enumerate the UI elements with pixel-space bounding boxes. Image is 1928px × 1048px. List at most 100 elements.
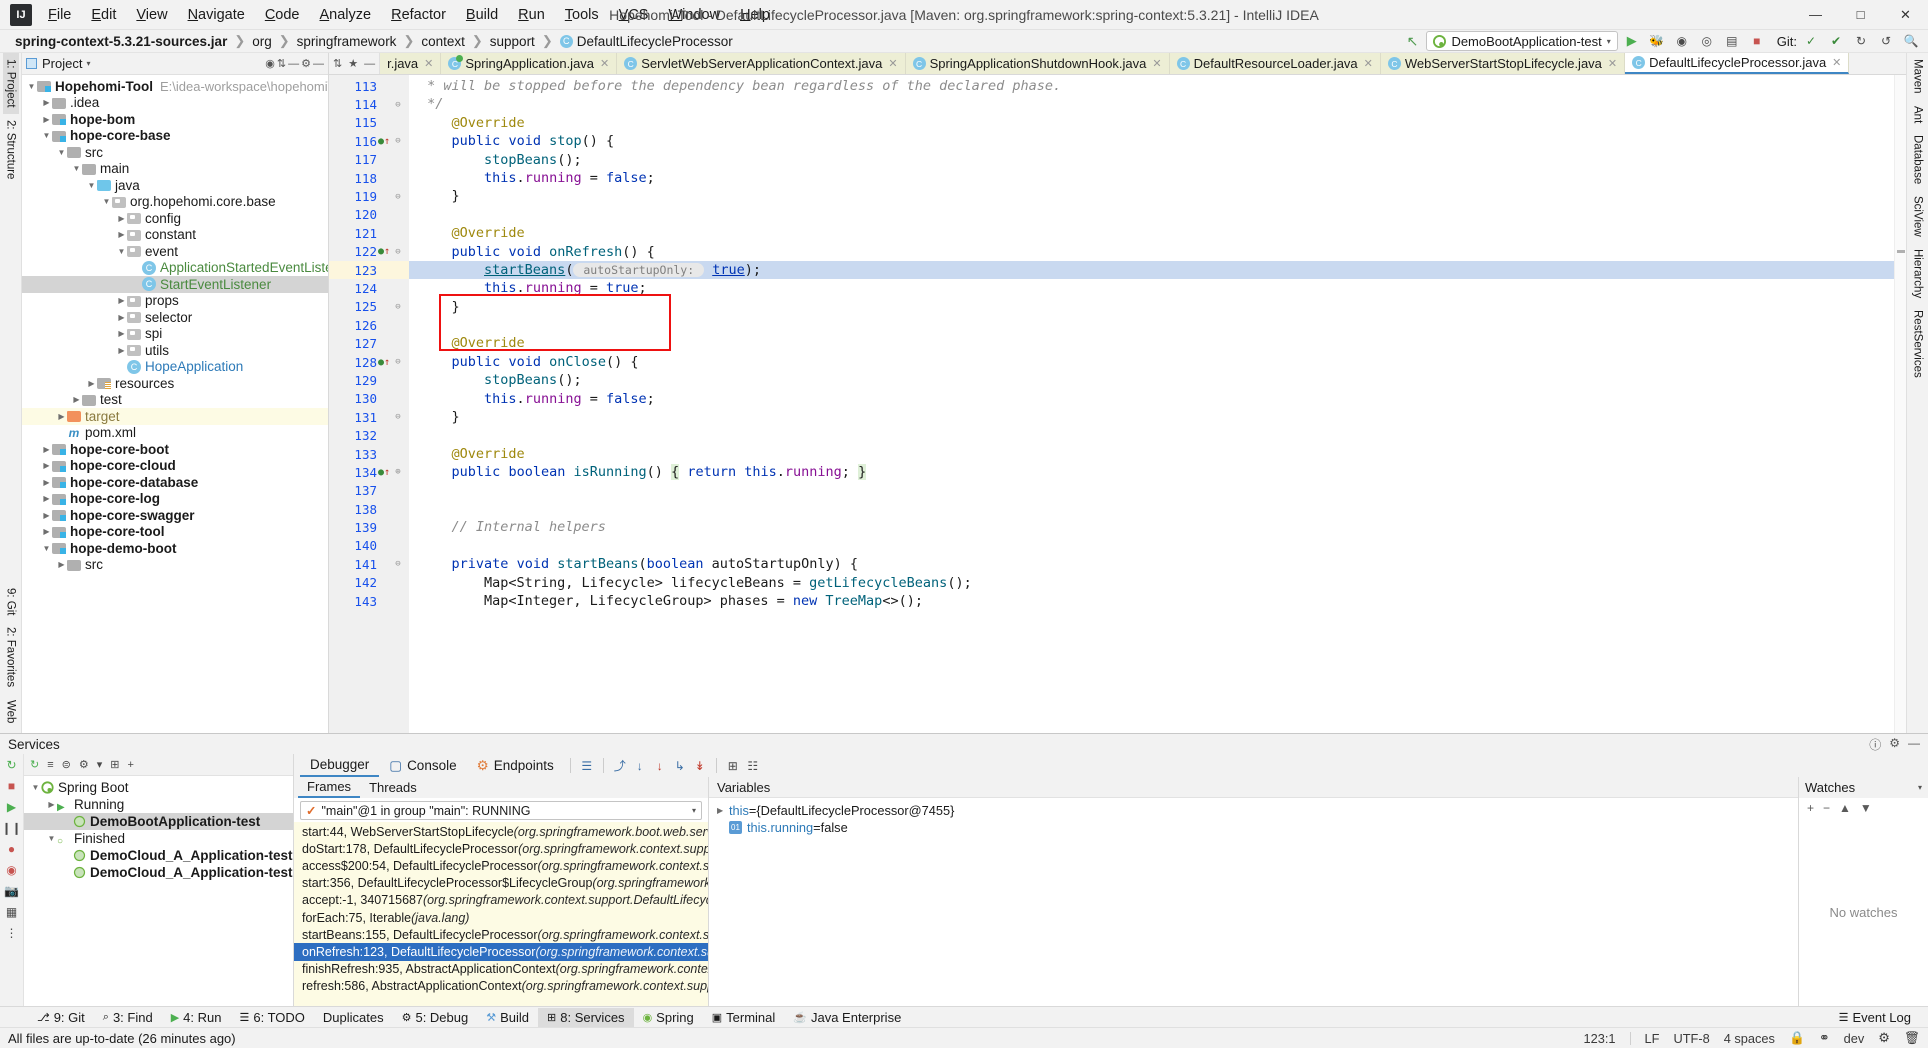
branch-name[interactable]: dev [1844, 1031, 1865, 1046]
toolstrip-6--todo[interactable]: ☰ 6: TODO [230, 1008, 313, 1027]
chevron-down-icon[interactable]: ▼ [26, 82, 37, 91]
breadcrumb-item-4[interactable]: support [485, 33, 540, 50]
hide-panel-icon[interactable]: — [313, 58, 324, 70]
frame-item[interactable]: start:44, WebServerStartStopLifecycle (o… [294, 823, 708, 840]
attach-icon[interactable]: ▤ [1721, 31, 1743, 51]
editor-gutter[interactable]: 113 114 ⊖ 115 116 ●↑ ⊖ 117 118 119 ⊖ 120 121 122 ●↑ ⊖ 12… [329, 75, 409, 733]
right-rail-tab-hierarchy[interactable]: Hierarchy [1910, 243, 1926, 304]
thread-selector[interactable]: ✓ "main"@1 in group "main": RUNNING ▾ [300, 801, 702, 820]
chevron-right-icon[interactable]: ▶ [41, 478, 52, 487]
editor-marker-bar[interactable] [1894, 75, 1906, 733]
add-watch-icon[interactable]: + [1807, 801, 1814, 815]
tree-row[interactable]: ▶CStartEventListener [22, 276, 328, 293]
tree-row[interactable]: ▶ test [22, 392, 328, 409]
close-icon[interactable]: ✕ [424, 57, 433, 70]
code-line[interactable]: */ [409, 95, 1894, 113]
code-line[interactable]: public void stop() { [409, 132, 1894, 150]
filter-icon[interactable]: ▾ [97, 758, 103, 771]
chevron-down-icon[interactable]: ▼ [30, 783, 41, 792]
breadcrumb-item-1[interactable]: org [247, 33, 277, 50]
settings-icon[interactable]: ⚙ [1889, 736, 1900, 753]
step-over-icon[interactable]: ↓ [630, 759, 650, 773]
gutter-line[interactable]: 115 [329, 114, 409, 132]
chevron-down-icon[interactable]: ▼ [41, 544, 52, 553]
code-line[interactable]: this.running = false; [409, 169, 1894, 187]
chevron-down-icon[interactable]: ▼ [116, 247, 127, 256]
code-line[interactable]: stopBeans(); [409, 151, 1894, 169]
menu-item-navigate[interactable]: Navigate [178, 4, 255, 26]
menu-item-view[interactable]: View [126, 4, 177, 26]
right-rail-tab-database[interactable]: Database [1910, 129, 1926, 190]
tree-row[interactable]: ▼ org.hopehomi.core.base [22, 194, 328, 211]
right-rail-tab-sciview[interactable]: SciView [1910, 190, 1926, 243]
branch-icon[interactable]: ⚭ [1819, 1030, 1830, 1046]
chevron-down-icon[interactable]: ▼ [71, 164, 82, 173]
gutter-line[interactable]: 122 ●↑ ⊖ [329, 243, 409, 261]
frame-item[interactable]: onRefresh:123, DefaultLifecycleProcessor… [294, 943, 708, 961]
services-tree-row[interactable]: ▼ ○ Finished [24, 830, 293, 847]
frame-item[interactable]: start:356, DefaultLifecycleProcessor$Lif… [294, 875, 708, 892]
resume-icon[interactable]: ▶ [7, 800, 16, 814]
code-line[interactable]: } [409, 298, 1894, 316]
menu-item-refactor[interactable]: Refactor [381, 4, 456, 26]
chevron-right-icon[interactable]: ▶ [41, 511, 52, 520]
chevron-down-icon[interactable]: ▾ [692, 806, 696, 815]
chevron-right-icon[interactable]: ▶ [41, 98, 52, 107]
menu-item-window[interactable]: Window [658, 4, 730, 26]
chevron-right-icon[interactable]: ▶ [41, 527, 52, 536]
code-line[interactable] [409, 537, 1894, 555]
rail-tab-git[interactable]: 9: Git [3, 582, 19, 621]
toolstrip-spring[interactable]: ◉ Spring [634, 1008, 703, 1027]
right-rail-tab-maven[interactable]: Maven [1910, 53, 1926, 100]
services-tree-row[interactable]: ▶DemoCloud_A_Application-test [24, 864, 293, 881]
tree-row[interactable]: ▶ config [22, 210, 328, 227]
help-icon[interactable]: ⓘ [1869, 736, 1881, 753]
menu-item-run[interactable]: Run [508, 4, 555, 26]
remove-watch-icon[interactable]: − [1823, 801, 1830, 815]
gutter-line[interactable]: 139 [329, 518, 409, 536]
menu-item-build[interactable]: Build [456, 4, 508, 26]
add-icon[interactable]: + [127, 759, 133, 771]
services-tree-row[interactable]: ▼ Spring Boot [24, 779, 293, 796]
chevron-down-icon[interactable]: ▼ [56, 148, 67, 157]
code-line[interactable] [409, 500, 1894, 518]
line-separator[interactable]: LF [1645, 1031, 1660, 1046]
tree-row[interactable]: ▼ java [22, 177, 328, 194]
rerun-icon[interactable]: ↻ [6, 758, 16, 772]
breadcrumb-item-0[interactable]: spring-context-5.3.21-sources.jar [10, 33, 232, 50]
inspection-icon[interactable]: ⚙ [1878, 1030, 1889, 1046]
editor-tab-4[interactable]: C DefaultResourceLoader.java ✕ [1169, 53, 1381, 74]
chevron-right-icon[interactable]: ▶ [116, 230, 127, 239]
gutter-line[interactable]: 129 [329, 371, 409, 389]
right-rail-tab-ant[interactable]: Ant [1910, 100, 1926, 129]
chevron-right-icon[interactable]: ▶ [116, 346, 127, 355]
group-icon[interactable]: ⊞ [110, 758, 119, 771]
tree-row[interactable]: ▶ utils [22, 342, 328, 359]
trash-icon[interactable]: 🗑 [1904, 1030, 1920, 1046]
gutter-line[interactable]: 134 ●↑ ⊕ [329, 463, 409, 481]
menu-item-file[interactable]: File [38, 4, 81, 26]
chevron-right-icon[interactable]: ▶ [116, 214, 127, 223]
code-line[interactable]: public void onRefresh() { [409, 243, 1894, 261]
gutter-line[interactable]: 140 [329, 537, 409, 555]
tree-row[interactable]: ▶CApplicationStartedEventListener [22, 260, 328, 277]
expand-all-icon[interactable]: ⇅ [277, 57, 286, 70]
git-rollback-icon[interactable]: ↺ [1875, 31, 1897, 51]
rail-tab-web[interactable]: Web [3, 694, 19, 729]
services-tree-row[interactable]: ▶ ▶ Running [24, 796, 293, 813]
toolstrip-java-enterprise[interactable]: ☕ Java Enterprise [784, 1008, 910, 1027]
stop-icon[interactable]: ■ [8, 779, 15, 793]
right-rail-tab-restservices[interactable]: RestServices [1910, 304, 1926, 384]
chevron-right-icon[interactable]: ▶ [46, 800, 57, 809]
code-line[interactable]: stopBeans(); [409, 371, 1894, 389]
tree-row[interactable]: ▶ .idea [22, 95, 328, 112]
toolstrip-9--git[interactable]: ⎇ 9: Git [28, 1008, 94, 1027]
code-line[interactable]: @Override [409, 445, 1894, 463]
gutter-line[interactable]: 124 [329, 279, 409, 297]
lock-icon[interactable]: 🔒 [1789, 1030, 1805, 1046]
git-update-icon[interactable]: ✓ [1800, 31, 1822, 51]
evaluate-icon[interactable]: ⊞ [723, 759, 743, 773]
panel-settings-icon[interactable]: ⚙ [301, 57, 311, 70]
tree-row[interactable]: ▶ constant [22, 227, 328, 244]
chevron-right-icon[interactable]: ▶ [56, 560, 67, 569]
